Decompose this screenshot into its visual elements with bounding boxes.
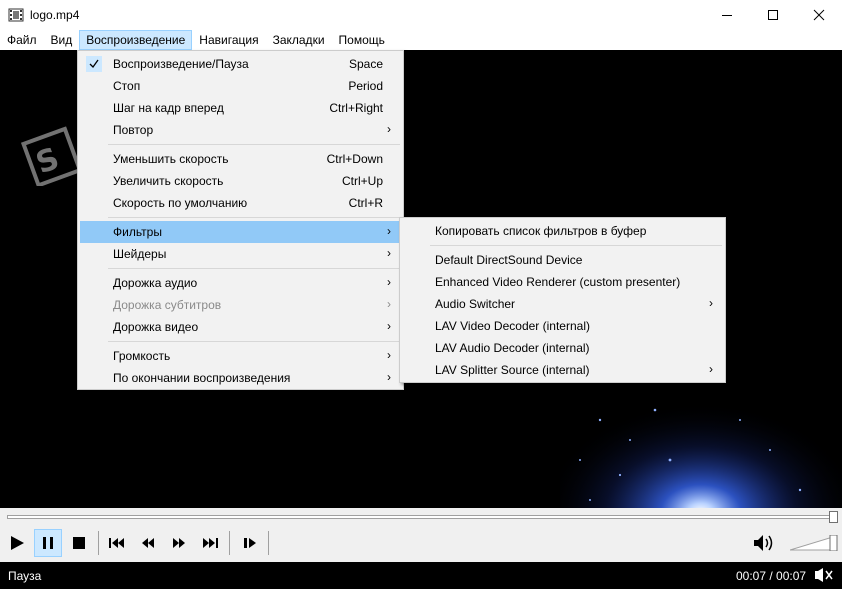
menu-item-audio-switcher[interactable]: Audio Switcher › [402,293,723,315]
menu-separator [430,245,722,246]
play-button[interactable] [3,529,31,557]
stop-icon [73,537,85,549]
skip-forward-icon [203,538,218,548]
toolbar-separator [268,531,269,555]
pause-button[interactable] [34,529,62,557]
menu-item-play-pause[interactable]: Воспроизведение/Пауза Space [80,53,401,75]
speaker-icon [754,535,773,551]
menu-item-faster[interactable]: Увеличить скорость Ctrl+Up [80,170,401,192]
check-icon [86,56,102,72]
close-button[interactable] [796,0,842,30]
minimize-icon [722,15,732,16]
control-bar [0,525,842,562]
chevron-right-icon: › [387,319,391,333]
menu-separator [108,268,400,269]
menu-separator [108,217,400,218]
menu-bookmarks[interactable]: Закладки [266,30,332,50]
rewind-icon [142,538,154,548]
menu-item-shaders[interactable]: Шейдеры › [80,243,401,265]
rewind-button[interactable] [134,529,162,557]
menu-item-copy-filters[interactable]: Копировать список фильтров в буфер [402,220,723,242]
frame-step-button[interactable] [236,529,264,557]
stop-button[interactable] [65,529,93,557]
mute-button[interactable] [750,529,778,557]
skip-back-icon [109,538,124,548]
chevron-right-icon: › [387,370,391,384]
video-frame-glow [560,380,842,508]
output-icon [815,568,833,582]
frame-step-icon [244,538,256,548]
menu-item-filters[interactable]: Фильтры › [80,221,401,243]
menu-item-lav-splitter[interactable]: LAV Splitter Source (internal) › [402,359,723,381]
toolbar-separator [98,531,99,555]
minimize-button[interactable] [704,0,750,30]
chevron-right-icon: › [387,297,391,311]
menu-item-evr[interactable]: Enhanced Video Renderer (custom presente… [402,271,723,293]
menu-view[interactable]: Вид [44,30,80,50]
seek-bar[interactable] [0,508,842,525]
pause-icon [43,537,53,549]
playback-menu: Воспроизведение/Пауза Space Стоп Period … [77,50,404,390]
menu-separator [108,341,400,342]
maximize-icon [768,10,778,20]
chevron-right-icon: › [387,348,391,362]
seek-thumb[interactable] [829,511,838,523]
chevron-right-icon: › [387,122,391,136]
status-bar: Пауза 00:07 / 00:07 [0,562,842,589]
window-title: logo.mp4 [30,8,80,22]
menu-item-lav-audio[interactable]: LAV Audio Decoder (internal) [402,337,723,359]
chevron-right-icon: › [709,296,713,310]
menu-item-directsound[interactable]: Default DirectSound Device [402,249,723,271]
menu-item-frame-step[interactable]: Шаг на кадр вперед Ctrl+Right [80,97,401,119]
mpc-film-icon [8,8,24,22]
seek-track[interactable] [7,515,835,519]
menu-item-subtitle-track: Дорожка субтитров › [113,297,391,312]
menu-separator [108,144,400,145]
fast-forward-icon [173,538,185,548]
previous-button[interactable] [103,529,131,557]
menu-item-stop[interactable]: Стоп Period [80,75,401,97]
title-bar: logo.mp4 [0,0,842,30]
chevron-right-icon: › [709,362,713,376]
menu-help[interactable]: Помощь [332,30,392,50]
menu-item-after-playback[interactable]: По окончании воспроизведения › [80,367,401,389]
volume-slider[interactable] [790,535,838,551]
menu-item-video-track[interactable]: Дорожка видео › [80,316,401,338]
close-icon [813,9,825,21]
menu-item-lav-video[interactable]: LAV Video Decoder (internal) [402,315,723,337]
chevron-right-icon: › [387,275,391,289]
menu-file[interactable]: Файл [0,30,44,50]
volume-thumb[interactable] [829,535,838,551]
playback-state: Пауза [8,569,42,583]
chevron-right-icon: › [387,224,391,238]
menu-navigation[interactable]: Навигация [192,30,265,50]
maximize-button[interactable] [750,0,796,30]
next-button[interactable] [196,529,224,557]
fast-forward-button[interactable] [165,529,193,557]
menu-bar: Файл Вид Воспроизведение Навигация Закла… [0,30,842,50]
filters-submenu: Копировать список фильтров в буфер Defau… [399,217,726,383]
menu-item-slower[interactable]: Уменьшить скорость Ctrl+Down [80,148,401,170]
time-readout[interactable]: 00:07 / 00:07 [736,569,806,583]
menu-item-audio-track[interactable]: Дорожка аудио › [80,272,401,294]
menu-item-repeat[interactable]: Повтор › [80,119,401,141]
play-icon [11,536,24,550]
chevron-right-icon: › [387,246,391,260]
toolbar-separator [229,531,230,555]
menu-item-volume[interactable]: Громкость › [80,345,401,367]
menu-item-default-speed[interactable]: Скорость по умолчанию Ctrl+R [80,192,401,214]
menu-playback[interactable]: Воспроизведение [79,30,193,50]
